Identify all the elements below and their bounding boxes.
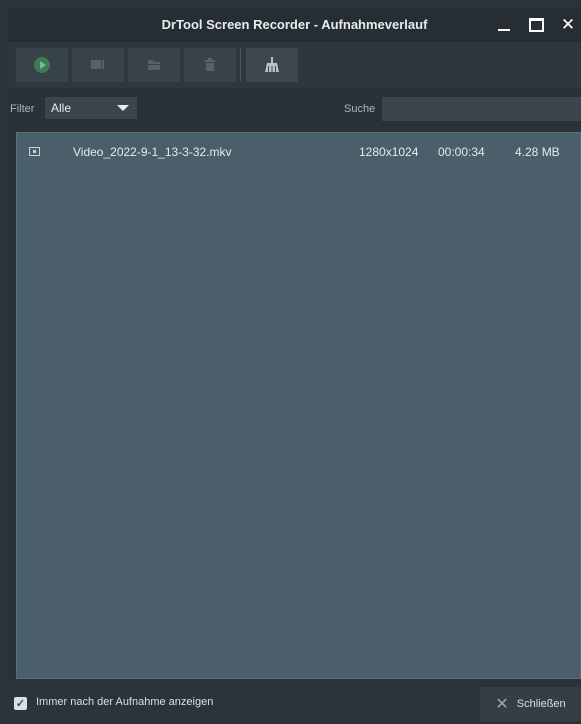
recordings-list[interactable]: Video_2022-9-1_13-3-32.mkv 1280x1024 00:…: [16, 132, 581, 679]
close-window-button[interactable]: ✕: [557, 15, 579, 35]
recording-name: Video_2022-9-1_13-3-32.mkv: [73, 145, 232, 159]
recording-resolution: 1280x1024: [359, 145, 419, 159]
edit-button[interactable]: [72, 48, 124, 82]
checkbox-label[interactable]: Immer nach der Aufnahme anzeigen: [36, 696, 213, 708]
close-button[interactable]: ✕ Schließen: [480, 687, 581, 721]
toolbar: [8, 42, 581, 88]
chevron-down-icon: [117, 105, 129, 111]
play-button[interactable]: [16, 48, 68, 82]
title-bar[interactable]: DrTool Screen Recorder - Aufnahmeverlauf…: [8, 8, 581, 42]
checkmark-icon: ✓: [15, 698, 26, 710]
folder-icon: [148, 60, 160, 70]
search-input[interactable]: [382, 97, 581, 121]
footer: ✓ Immer nach der Aufnahme anzeigen ✕ Sch…: [8, 683, 581, 724]
minimize-icon: [498, 29, 510, 31]
play-icon: [34, 57, 50, 73]
edit-icon: [91, 60, 104, 69]
clean-button[interactable]: [246, 48, 298, 82]
open-folder-button[interactable]: [128, 48, 180, 82]
recording-duration: 00:00:34: [438, 145, 485, 159]
video-file-icon: [29, 147, 40, 156]
list-item[interactable]: Video_2022-9-1_13-3-32.mkv 1280x1024 00:…: [17, 139, 580, 165]
show-after-recording-checkbox[interactable]: ✓: [14, 697, 27, 710]
delete-button[interactable]: [184, 48, 236, 82]
close-icon: ✕: [560, 15, 576, 34]
close-button-label: Schließen: [516, 698, 566, 710]
maximize-icon: [528, 18, 544, 32]
filter-label: Filter: [10, 103, 35, 115]
close-icon: ✕: [495, 696, 509, 713]
maximize-button[interactable]: [525, 15, 547, 35]
minimize-button[interactable]: [493, 15, 515, 35]
toolbar-separator: [240, 48, 241, 82]
search-label: Suche: [344, 103, 376, 115]
broom-icon: [265, 57, 279, 72]
recording-size: 4.28 MB: [515, 145, 560, 159]
filter-selected-value: Alle: [51, 101, 72, 115]
trash-icon: [205, 58, 215, 71]
recording-history-window: DrTool Screen Recorder - Aufnahmeverlauf…: [8, 8, 581, 724]
filter-dropdown[interactable]: Alle: [45, 97, 137, 119]
filter-bar: Filter Alle Suche: [8, 94, 581, 124]
